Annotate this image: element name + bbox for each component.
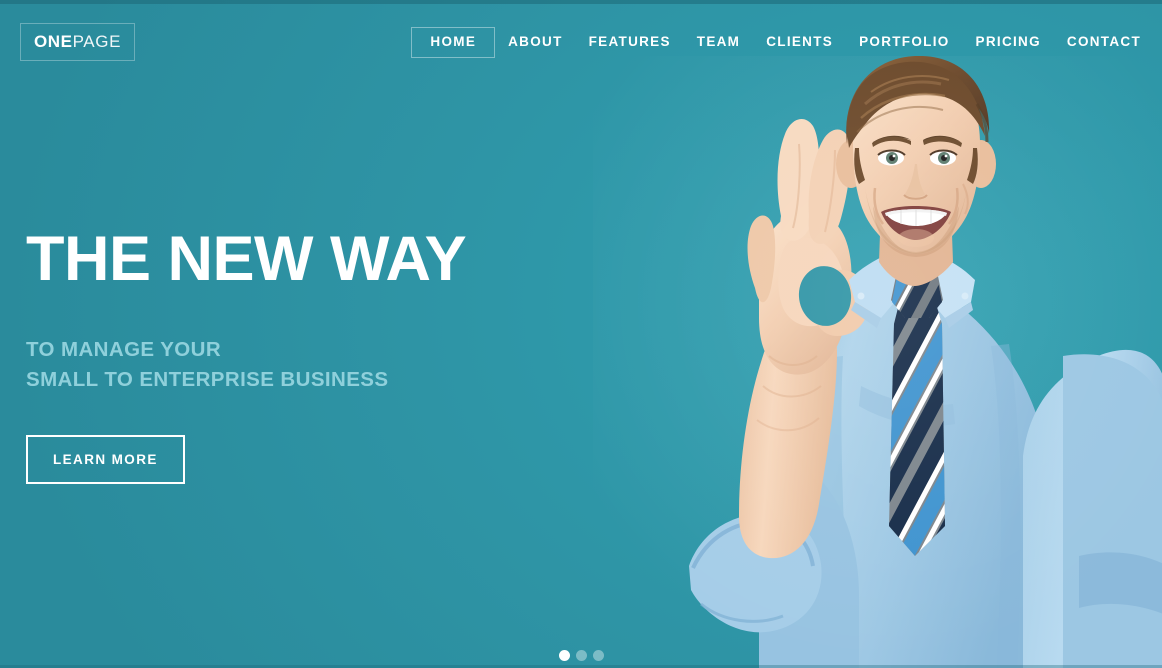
site-header: ONE PAGE HOME ABOUT FEATURES TEAM CLIENTS…	[0, 0, 1162, 84]
nav-item-portfolio[interactable]: PORTFOLIO	[846, 27, 962, 57]
hero-subtitle: TO MANAGE YOUR SMALL TO ENTERPRISE BUSIN…	[26, 335, 646, 396]
nav-link-contact[interactable]: CONTACT	[1067, 27, 1141, 57]
nav-item-about[interactable]: ABOUT	[495, 27, 576, 57]
nav-link-portfolio[interactable]: PORTFOLIO	[859, 27, 949, 57]
nav-link-home[interactable]: HOME	[430, 27, 476, 57]
hero-subtitle-line2: SMALL TO ENTERPRISE BUSINESS	[26, 368, 389, 392]
slider-dot-3[interactable]	[592, 650, 604, 661]
slider-dot-2[interactable]	[575, 650, 587, 661]
site-logo[interactable]: ONE PAGE	[20, 23, 135, 61]
logo-light-text: PAGE	[72, 32, 122, 51]
hero-title: THE NEW WAY	[26, 224, 467, 294]
top-edge-strip	[0, 0, 1162, 4]
hero-person-image	[593, 56, 1162, 668]
nav-item-team[interactable]: TEAM	[684, 27, 753, 57]
main-navigation: HOME ABOUT FEATURES TEAM CLIENTS PORTFOL…	[411, 26, 1154, 58]
nav-link-pricing[interactable]: PRICING	[976, 27, 1041, 57]
logo-bold-text: ONE	[33, 32, 73, 51]
learn-more-button[interactable]: LEARN MORE	[26, 434, 185, 484]
nav-item-contact[interactable]: CONTACT	[1054, 27, 1154, 57]
nav-link-clients[interactable]: CLIENTS	[766, 27, 833, 57]
hero-section: ONE PAGE HOME ABOUT FEATURES TEAM CLIENTS…	[0, 0, 1162, 668]
nav-item-home[interactable]: HOME	[411, 26, 496, 58]
slider-dot-1[interactable]	[558, 650, 570, 661]
nav-link-features[interactable]: FEATURES	[589, 27, 671, 57]
nav-item-clients[interactable]: CLIENTS	[753, 27, 846, 57]
hero-content: THE NEW WAY TO MANAGE YOUR SMALL TO ENTE…	[26, 228, 646, 484]
nav-link-about[interactable]: ABOUT	[508, 27, 563, 57]
nav-item-features[interactable]: FEATURES	[576, 27, 684, 57]
nav-link-team[interactable]: TEAM	[697, 27, 740, 57]
slider-pagination	[0, 650, 1162, 661]
nav-item-pricing[interactable]: PRICING	[963, 27, 1054, 57]
hero-subtitle-line1: TO MANAGE YOUR	[26, 338, 222, 361]
